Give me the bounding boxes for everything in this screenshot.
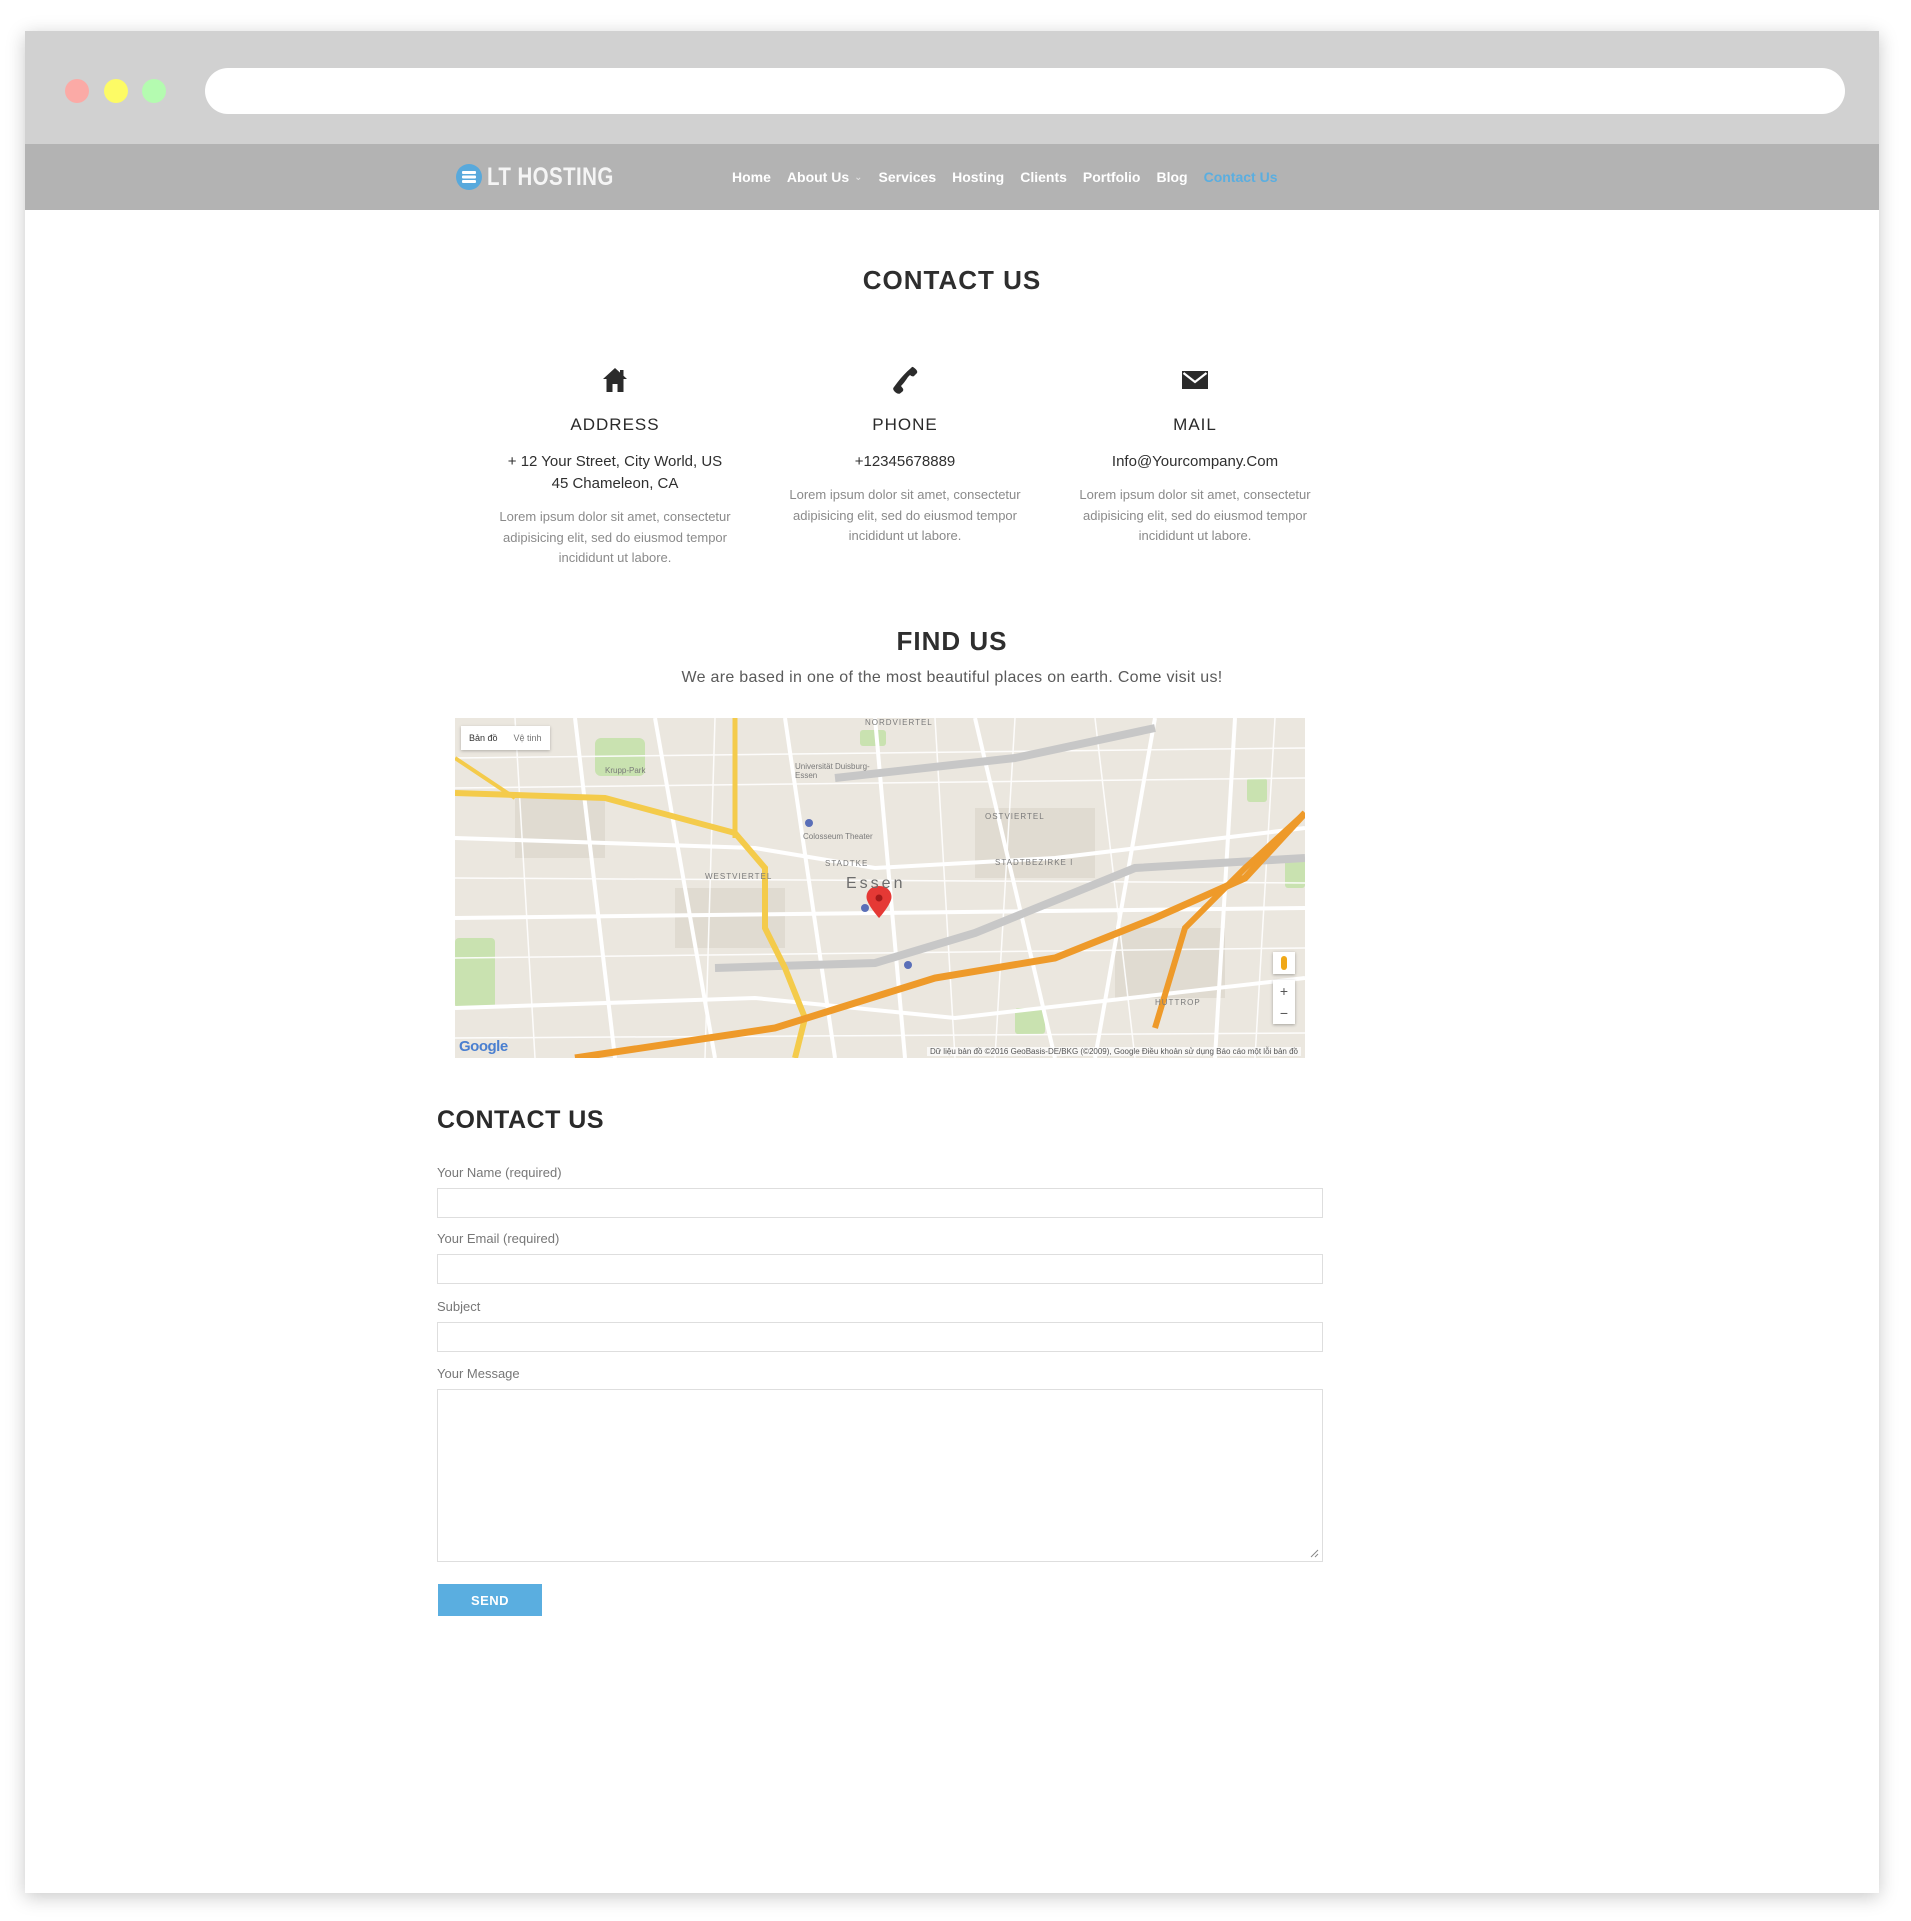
zoom-in-button[interactable]: + [1273,980,1295,1002]
mail-column: MAIL Info@Yourcompany.Com Lorem ipsum do… [1065,365,1325,547]
subject-input[interactable] [437,1322,1323,1352]
mail-value: Info@Yourcompany.Com [1111,453,1279,470]
map-label-nordviertel: NORDVIERTEL [865,718,933,727]
nav-clients[interactable]: Clients [1020,169,1067,185]
logo-icon [456,164,482,190]
logo-text: LT HOSTING [487,162,614,191]
address-value: + 12 Your Street, City World, US 45 Cham… [485,451,745,495]
map-label-colosseum: Colosseum Theater [803,832,873,841]
phone-value: +12345678889 [854,453,956,470]
maximize-window-button[interactable] [142,79,166,103]
email-label: Your Email (required) [437,1231,560,1246]
close-window-button[interactable] [65,79,89,103]
nav-hosting[interactable]: Hosting [952,169,1004,185]
email-input[interactable] [437,1254,1323,1284]
google-logo: Google [459,1038,508,1055]
map-label-stadtkern: STADTKE [825,859,869,868]
map-label-westviertel: WESTVIERTEL [705,872,773,881]
mail-title: MAIL [1173,415,1217,434]
browser-window: LT HOSTING Home About Us ⌄ Services Hosti… [25,31,1879,1893]
name-input[interactable] [437,1188,1323,1218]
phone-title: PHONE [872,415,938,434]
nav-portfolio[interactable]: Portfolio [1083,169,1141,185]
map-label-universitat: Universität Duisburg-Essen [795,762,870,780]
find-us-title: FIND US [896,626,1008,656]
nav-home[interactable]: Home [732,169,771,185]
subject-label: Subject [437,1299,481,1314]
phone-icon [893,366,918,394]
zoom-out-button[interactable]: − [1273,1002,1295,1024]
mail-text: Lorem ipsum dolor sit amet, consectetur … [1079,487,1311,543]
map-type-satellite-button[interactable]: Vệ tinh [506,726,550,750]
nav-about-us[interactable]: About Us ⌄ [787,169,863,185]
nav-services[interactable]: Services [879,169,937,185]
resize-grip-icon[interactable] [1309,1548,1319,1558]
map-label-stadtbezirke: STADTBEZIRKE I [995,858,1074,867]
browser-chrome [25,31,1879,144]
street-view-icon[interactable] [1273,952,1295,974]
map-label-krupp-park: Krupp-Park [605,766,646,775]
main-nav: Home About Us ⌄ Services Hosting Clients … [732,144,1293,210]
minimize-window-button[interactable] [104,79,128,103]
nav-about-us-label: About Us [786,169,850,185]
phone-column: PHONE +12345678889 Lorem ipsum dolor sit… [775,365,1035,547]
address-bar[interactable] [205,68,1845,114]
map-label-ostviertel: OSTVIERTEL [985,812,1045,821]
form-title: CONTACT US [437,1106,605,1134]
phone-text: Lorem ipsum dolor sit amet, consectetur … [789,487,1021,543]
site-logo[interactable]: LT HOSTING [455,161,642,193]
find-us-subtitle: We are based in one of the most beautifu… [681,669,1223,686]
home-icon [603,368,627,392]
map-label-huttrop: HUTTROP [1155,998,1201,1007]
send-button[interactable]: SEND [438,1584,542,1616]
address-line-2: 45 Chameleon, CA [551,475,679,492]
envelope-icon [1182,371,1208,389]
map-attribution[interactable]: Dữ liệu bản đồ ©2016 GeoBasis-DE/BKG (©2… [926,1047,1301,1056]
zoom-control: + − [1273,980,1295,1024]
site-header: LT HOSTING Home About Us ⌄ Services Hosti… [25,144,1879,210]
location-map[interactable]: Essen NORDVIERTEL OSTVIERTEL STADTBEZIRK… [455,718,1305,1058]
address-line-1: + 12 Your Street, City World, US [507,453,723,470]
message-textarea[interactable] [437,1389,1323,1562]
address-title: ADDRESS [570,415,660,434]
map-type-map-button[interactable]: Bản đồ [461,726,506,750]
nav-contact-us[interactable]: Contact Us [1204,169,1278,185]
address-column: ADDRESS + 12 Your Street, City World, US… [485,365,745,569]
contact-title: CONTACT US [862,265,1042,295]
map-type-control: Bản đồ Vệ tinh [461,726,550,750]
chevron-down-icon: ⌄ [854,171,863,183]
message-label: Your Message [437,1366,520,1381]
address-text: Lorem ipsum dolor sit amet, consectetur … [499,509,731,565]
map-city-label: Essen [846,875,906,892]
nav-blog[interactable]: Blog [1156,169,1187,185]
name-label: Your Name (required) [437,1165,562,1180]
